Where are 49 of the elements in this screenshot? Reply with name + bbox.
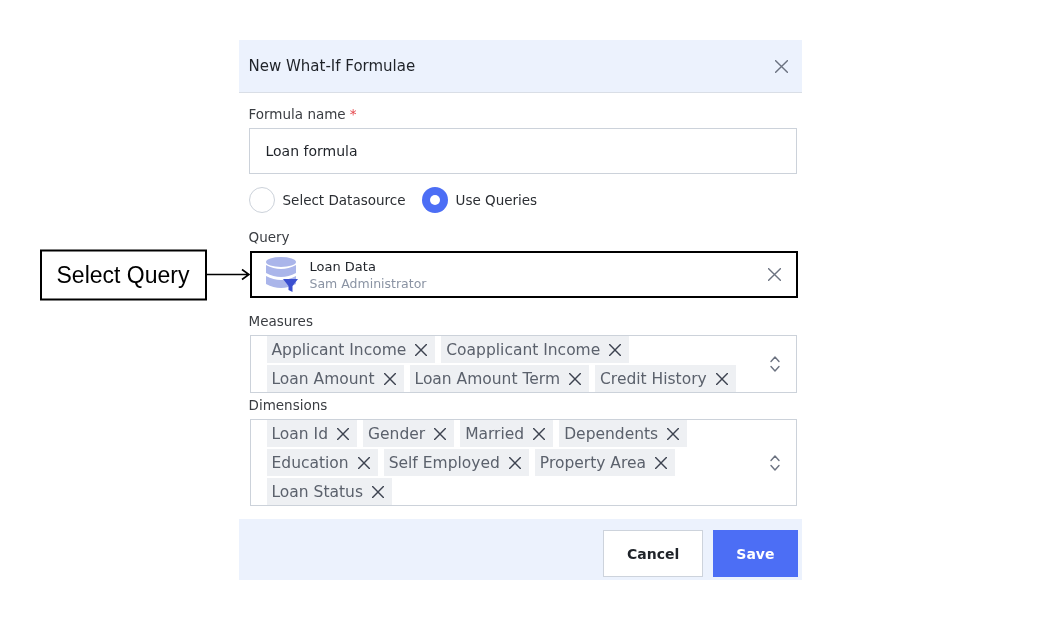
remove-icon[interactable] — [715, 372, 728, 385]
remove-icon[interactable] — [383, 372, 396, 385]
database-funnel-icon — [265, 256, 298, 293]
save-button[interactable]: Save — [713, 530, 798, 577]
remove-icon[interactable] — [533, 427, 546, 440]
remove-icon[interactable] — [508, 456, 521, 469]
remove-icon[interactable] — [357, 456, 370, 469]
query-owner: Sam Administrator — [309, 274, 427, 292]
tag-label: Married — [465, 424, 525, 443]
tag-label: Dependents — [564, 424, 659, 443]
field-label: Formula name * — [248, 105, 357, 124]
dimensions-select[interactable]: Loan Id Gender Married Dependents Education Self Employed Property Area Loan Status — [249, 419, 797, 506]
formula-name-input[interactable]: Loan formula — [248, 128, 797, 174]
cancel-button[interactable]: Cancel — [603, 530, 704, 577]
query-select[interactable]: Loan Data Sam Administrator — [249, 251, 798, 298]
remove-icon[interactable] — [434, 427, 447, 440]
tag-label: Property Area — [539, 453, 646, 472]
tag-label: Loan Amount Term — [414, 369, 561, 388]
radio-option[interactable]: Use Queries — [421, 187, 538, 213]
tag-label: Self Employed — [388, 453, 500, 472]
radio-option[interactable]: Select Datasource — [248, 187, 406, 213]
dialog-title: New What-If Formulae — [248, 57, 416, 75]
chevron-up-down-icon[interactable] — [769, 356, 780, 372]
arrow-connector — [206, 268, 250, 281]
remove-icon[interactable] — [337, 427, 349, 440]
radio-circle-icon[interactable] — [248, 187, 275, 213]
remove-icon[interactable] — [415, 343, 428, 356]
chevron-up-down-icon[interactable] — [769, 454, 780, 471]
tag-label: Coapplicant Income — [446, 340, 601, 359]
tag-label: Loan Id — [271, 424, 328, 443]
remove-icon[interactable] — [609, 343, 622, 356]
tag-label: Credit History — [600, 369, 707, 388]
field-label: Dimensions — [248, 396, 328, 415]
radio-circle-icon[interactable] — [421, 187, 448, 213]
tag-label: Gender — [368, 424, 426, 443]
tag-label: Applicant Income — [271, 340, 407, 359]
tag-label: Loan Status — [271, 482, 363, 501]
tag-label: Loan Amount — [271, 369, 375, 388]
tag-label: Education — [271, 453, 349, 472]
field-label: Measures — [248, 312, 313, 331]
remove-icon[interactable] — [372, 485, 384, 498]
remove-icon[interactable] — [667, 427, 680, 440]
clear-icon[interactable] — [767, 268, 781, 281]
remove-icon[interactable] — [655, 456, 667, 469]
field-label: Query — [248, 228, 290, 247]
remove-icon[interactable] — [569, 372, 582, 385]
callout-label: Select Query — [39, 249, 207, 300]
query-name: Loan Data — [309, 257, 376, 275]
measures-select[interactable]: Applicant Income Coapplicant Income Loan Amount Loan Amount Term Credit History — [249, 335, 797, 393]
